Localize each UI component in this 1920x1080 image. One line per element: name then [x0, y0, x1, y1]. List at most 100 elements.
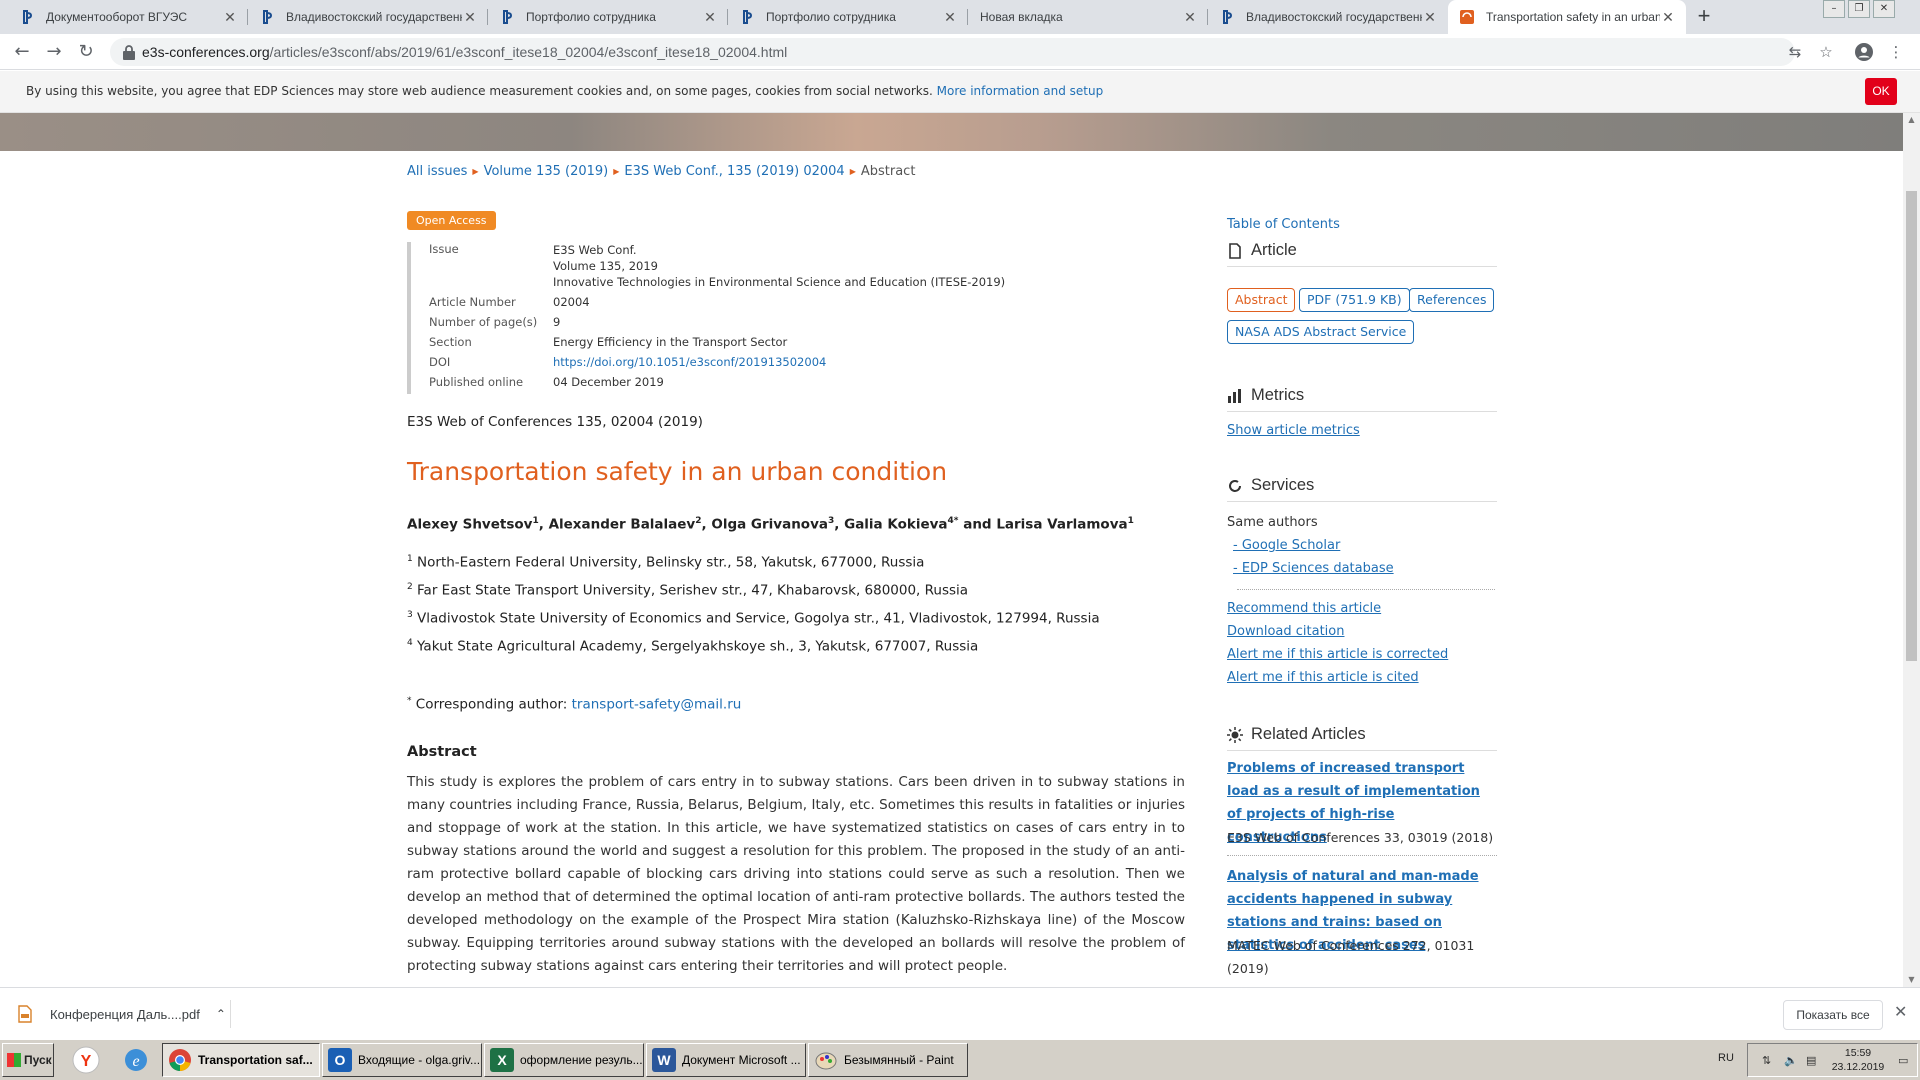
author-separator: ,: [834, 516, 845, 533]
breadcrumb-volume[interactable]: Volume 135 (2019): [484, 164, 609, 179]
taskbar-excel-window[interactable]: Xоформление резуль...: [484, 1043, 644, 1077]
metrics-section-heading: Metrics: [1227, 386, 1497, 412]
taskbar-button-label: оформление резуль...: [520, 1053, 643, 1067]
tab-close-icon[interactable]: ✕: [462, 9, 478, 26]
cookie-text: By using this website, you agree that ED…: [26, 84, 933, 98]
network-icon[interactable]: ▤: [1806, 1054, 1816, 1067]
tab-portfolio-2[interactable]: Портфолио сотрудника ✕: [728, 0, 968, 34]
tab-vvsu-2[interactable]: Владивостокский государственный ✕: [1208, 0, 1448, 34]
journal-citation: E3S Web of Conferences 135, 02004 (2019): [407, 414, 703, 430]
recommend-article-link[interactable]: Recommend this article: [1227, 601, 1381, 616]
alert-cited-link[interactable]: Alert me if this article is cited: [1227, 670, 1419, 685]
show-desktop-icon[interactable]: ▭: [1898, 1054, 1908, 1067]
e3s-favicon-icon: [1460, 10, 1474, 24]
tab-vvsu-1[interactable]: Владивостокский государственный ✕: [248, 0, 488, 34]
references-button[interactable]: References: [1409, 288, 1495, 312]
affiliation-text: Yakut State Agricultural Academy, Sergel…: [417, 638, 979, 655]
meta-published-row: Published online 04 December 2019: [429, 374, 1005, 390]
volume-icon[interactable]: 🔈: [1784, 1054, 1798, 1067]
tab-close-icon[interactable]: ✕: [1182, 9, 1198, 26]
new-tab-button[interactable]: +: [1692, 5, 1716, 29]
cookie-ok-button[interactable]: OK: [1865, 78, 1897, 105]
cookie-bar: By using this website, you agree that ED…: [0, 71, 1920, 113]
address-bar[interactable]: e3s-conferences.org/articles/e3sconf/abs…: [110, 38, 1795, 66]
word-icon: W: [652, 1048, 676, 1072]
nasa-ads-button[interactable]: NASA ADS Abstract Service: [1227, 320, 1415, 344]
language-indicator[interactable]: RU: [1718, 1052, 1734, 1064]
start-button[interactable]: Пуск: [2, 1043, 54, 1077]
section-title: Related Articles: [1251, 725, 1366, 743]
corresponding-email-link[interactable]: transport-safety@mail.ru: [572, 697, 742, 713]
clock[interactable]: 15:59 23.12.2019: [1828, 1046, 1888, 1074]
meta-label: Article Number: [429, 295, 516, 309]
article-page: All issues ▶ Volume 135 (2019) ▶ E3S Web Con…: [0, 151, 1903, 987]
table-of-contents-link[interactable]: Table of Contents: [1227, 217, 1340, 232]
author-name: Alexey Shvetsov: [407, 516, 533, 533]
close-shelf-icon[interactable]: ✕: [1894, 1002, 1907, 1021]
taskbar-chrome-window[interactable]: Transportation saf...: [162, 1043, 320, 1077]
site-favicon-icon: [503, 10, 513, 24]
tab-close-icon[interactable]: ✕: [702, 9, 718, 26]
meta-label: Issue: [429, 242, 459, 256]
restore-icon[interactable]: ❐: [1848, 0, 1870, 18]
page-scrollbar[interactable]: ▲ ▼: [1903, 113, 1920, 987]
chevron-up-icon[interactable]: ⌃: [216, 1007, 226, 1021]
tab-close-icon[interactable]: ✕: [1422, 9, 1438, 26]
reload-icon[interactable]: ↻: [74, 41, 98, 63]
bookmark-star-icon[interactable]: ☆: [1817, 43, 1835, 61]
breadcrumb-all-issues[interactable]: All issues: [407, 164, 467, 179]
breadcrumb-article[interactable]: E3S Web Conf., 135 (2019) 02004: [624, 164, 844, 179]
affiliation-number: 3: [407, 610, 413, 620]
back-icon[interactable]: ←: [10, 41, 34, 63]
tab-new-tab[interactable]: Новая вкладка ✕: [968, 0, 1208, 34]
translate-icon[interactable]: ⇆: [1786, 43, 1804, 61]
scrollbar-thumb[interactable]: [1906, 191, 1917, 661]
tab-docflow[interactable]: Документооборот ВГУЭС ✕: [8, 0, 248, 34]
yandex-browser-icon[interactable]: Y: [72, 1046, 100, 1074]
meta-value: 9: [553, 315, 561, 329]
taskbar-word-window[interactable]: W Документ Microsoft ...: [646, 1043, 806, 1077]
tab-strip: Документооборот ВГУЭС ✕ Владивостокский …: [0, 0, 1920, 34]
close-window-icon[interactable]: ✕: [1873, 0, 1895, 18]
show-all-downloads-button[interactable]: Показать все: [1783, 1000, 1883, 1030]
affiliation-text: North-Eastern Federal University, Belins…: [417, 554, 925, 571]
edp-database-link[interactable]: - EDP Sciences database: [1233, 561, 1394, 576]
tab-close-icon[interactable]: ✕: [222, 9, 238, 26]
tray-arrows-icon[interactable]: ⇅: [1762, 1054, 1771, 1067]
doi-link[interactable]: https://doi.org/10.1051/e3sconf/20191350…: [553, 354, 826, 370]
abstract-button[interactable]: Abstract: [1227, 288, 1296, 312]
tab-portfolio-1[interactable]: Портфолио сотрудника ✕: [488, 0, 728, 34]
url-text: e3s-conferences.org/articles/e3sconf/abs…: [142, 38, 787, 66]
taskbar-outlook-window[interactable]: O Входящие - olga.griv...: [322, 1043, 482, 1077]
affiliation-number: 2: [407, 582, 413, 592]
author-separator: and: [958, 516, 997, 533]
scroll-up-icon[interactable]: ▲: [1903, 113, 1920, 127]
forward-icon[interactable]: →: [42, 41, 66, 63]
abstract-text: This study is explores the problem of ca…: [407, 774, 1185, 974]
profile-avatar-icon[interactable]: [1855, 43, 1873, 61]
affiliation-item: 1 North-Eastern Federal University, Beli…: [407, 554, 1100, 582]
article-metadata: Issue E3S Web Conf. Volume 135, 2019 Inn…: [407, 242, 1005, 394]
article-section-heading: Article: [1227, 241, 1497, 267]
tab-active-article[interactable]: Transportation safety in an urban co ✕: [1448, 0, 1686, 34]
meta-value: Energy Efficiency in the Transport Secto…: [553, 335, 788, 349]
alert-corrected-link[interactable]: Alert me if this article is corrected: [1227, 647, 1448, 662]
tab-close-icon[interactable]: ✕: [1660, 9, 1676, 26]
minimize-icon[interactable]: –: [1823, 0, 1845, 18]
show-metrics-link[interactable]: Show article metrics: [1227, 423, 1360, 438]
affiliation-number: 1: [407, 554, 413, 564]
tab-close-icon[interactable]: ✕: [942, 9, 958, 26]
google-scholar-link[interactable]: - Google Scholar: [1233, 538, 1340, 553]
menu-kebab-icon[interactable]: ⋮: [1887, 43, 1905, 61]
pdf-button[interactable]: PDF (751.9 KB): [1299, 288, 1410, 312]
internet-explorer-icon[interactable]: e: [122, 1046, 150, 1074]
taskbar-paint-window[interactable]: Безымянный - Paint: [808, 1043, 968, 1077]
tab-title: Transportation safety in an urban co: [1486, 10, 1660, 24]
scroll-down-icon[interactable]: ▼: [1903, 973, 1920, 987]
download-citation-link[interactable]: Download citation: [1227, 624, 1344, 639]
site-favicon-icon: [263, 10, 273, 24]
outlook-icon: O: [328, 1048, 352, 1072]
download-item[interactable]: Конференция Даль....pdf ⌃: [18, 998, 226, 1030]
cookie-more-link[interactable]: More information and setup: [937, 84, 1104, 98]
abstract-heading: Abstract: [407, 744, 477, 760]
